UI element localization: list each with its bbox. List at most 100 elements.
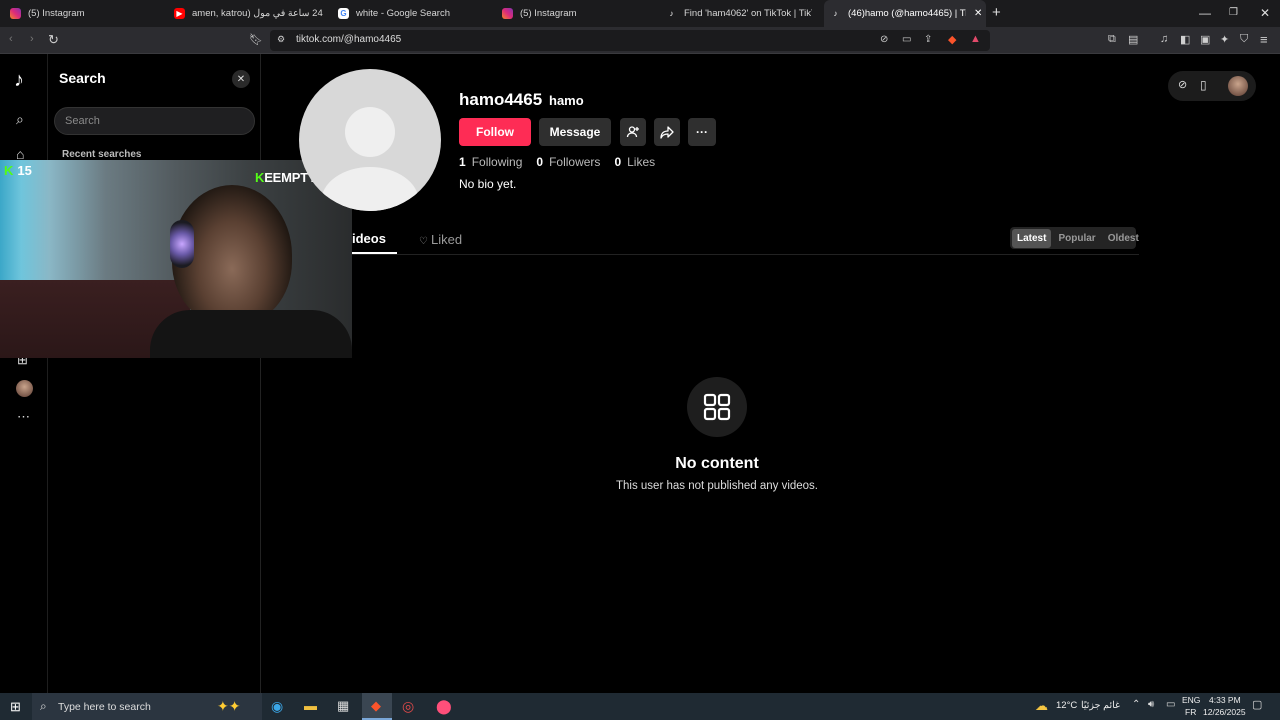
close-search-button[interactable]: ✕ [232,70,250,88]
clock-time[interactable]: 4:33 PM [1209,695,1241,705]
user-avatar[interactable] [1228,76,1248,96]
browser-tab[interactable]: ♪ Find 'ham4062' on TikTok | TikTok Se [666,0,813,27]
wallet-card-icon[interactable]: ▣ [1200,33,1210,46]
brave-rewards-icon[interactable]: ▲ [970,33,981,45]
browser-tab[interactable]: (5) Instagram [10,0,160,27]
tab-label: white - Google Search [356,8,450,19]
top-right-controls: ⊘ ▯ [1168,71,1256,101]
tiktok-logo-icon[interactable]: ♪ [14,70,24,90]
browser-tab[interactable]: ▶ تحدي 24 ساعة في مول (amen, katrou [174,0,324,27]
weather-icon[interactable]: ☁ [1035,699,1048,712]
device-icon[interactable]: ▯ [1200,79,1207,91]
forward-icon[interactable]: › [30,33,34,45]
address-bar[interactable]: ⚙ tiktok.com/@hamo4465 ⊘ ▭ ⇪ ◆ ▲ [270,30,990,51]
back-icon[interactable]: ‹ [9,33,13,45]
avatar-placeholder-head [345,107,395,157]
tab-label: تحدي 24 ساعة في مول (amen, katrou [192,8,324,19]
store-icon[interactable]: ▦ [337,699,349,712]
chevron-up-icon[interactable]: ⌃ [1132,700,1140,710]
copilot-sparkle-icon: ✦✦ [217,698,241,714]
taskbar-search-placeholder: Type here to search [58,700,151,713]
reload-icon[interactable]: ↻ [48,32,59,48]
google-icon: G [338,8,349,19]
browser-tab[interactable]: G white - Google Search [338,0,488,27]
compass-icon[interactable]: ⊘ [1178,80,1187,91]
followers-label: Followers [549,155,601,169]
tab-label: Find 'ham4062' on TikTok | TikTok Se [684,8,812,19]
tiktok-icon: ♪ [833,9,838,18]
close-window-icon[interactable]: ✕ [1260,6,1270,20]
sort-oldest[interactable]: Oldest [1103,229,1144,248]
notifications-icon[interactable]: ▢ [1252,700,1262,711]
add-friend-button[interactable] [620,118,646,146]
vpn-icon[interactable]: ⛉ [1240,33,1248,46]
windows-taskbar: ⊞ ⌕ Type here to search ✦✦ ◉ ▬ ▦ ◆ ◎ ⬤ ☁… [0,693,1280,720]
empty-state-title: No content [675,455,759,472]
instagram-icon [10,8,21,19]
music-icon[interactable]: ♫ [1160,33,1168,45]
home-icon[interactable]: ⌂ [16,147,24,161]
youtube-icon: ▶ [174,8,185,19]
tab-label: (5) Instagram [520,8,577,19]
profile-bio: No bio yet. [459,177,517,191]
tab-label: (5) Instagram [28,8,85,19]
minimize-icon[interactable]: — [1199,6,1211,20]
grid-icon [687,377,747,437]
followers-stat[interactable]: 0 Followers [536,155,600,169]
windows-start-icon[interactable]: ⊞ [10,700,21,713]
url-text[interactable]: tiktok.com/@hamo4465 [296,34,401,45]
file-explorer-icon[interactable]: ▬ [304,699,317,712]
menu-icon[interactable]: ≡ [1260,32,1268,47]
profile-avatar-icon[interactable] [16,380,33,397]
edge-icon[interactable]: ◉ [271,699,283,713]
language-bottom[interactable]: FR [1185,707,1196,717]
instagram-icon [502,8,513,19]
browser-tab-active[interactable]: ♪ (46)hamo (@hamo4465) | TikTok ✕ [824,0,986,27]
tiktok-icon: ♪ [669,9,674,18]
message-button[interactable]: Message [539,118,611,146]
obs-icon[interactable]: ◎ [402,699,414,713]
cast-icon[interactable]: ▭ [902,34,911,45]
follow-button[interactable]: Follow [459,118,531,146]
following-label: Following [471,155,523,169]
more-icon[interactable]: ⋯ [17,410,30,423]
browser-tab[interactable]: (5) Instagram [502,0,652,27]
sidebar-icon[interactable]: ◧ [1180,33,1190,46]
search-icon[interactable]: ⌕ [16,112,24,126]
brave-taskbar-button[interactable]: ◆ [362,693,392,720]
site-settings-icon[interactable]: ⚙ [277,34,285,45]
wallet-icon[interactable]: ▤ [1128,33,1138,46]
headphones-icon [170,220,194,268]
share-page-icon[interactable]: ⇪ [924,34,932,45]
volume-icon[interactable]: 🔊︎ [1148,700,1154,710]
network-icon[interactable]: ▭ [1166,700,1175,710]
taskbar-search[interactable]: ⌕ Type here to search ✦✦ [32,693,262,720]
close-tab-icon[interactable]: ✕ [974,8,982,19]
browser-tab-bar: (5) Instagram ▶ تحدي 24 ساعة في مول (ame… [0,0,1280,27]
new-tab-icon[interactable]: + [992,4,1001,21]
tab-videos[interactable]: ideos [352,231,386,246]
bookmark-icon[interactable]: 🔖︎ [249,33,263,46]
viewer-count-badge: K 15 [0,162,36,178]
leo-ai-icon[interactable]: ✦ [1220,33,1229,46]
sort-popular[interactable]: Popular [1053,229,1100,248]
weather-text[interactable]: غائم جزئيًا [1078,700,1120,711]
search-input[interactable] [54,107,255,135]
following-stat[interactable]: 1 Following [459,155,522,169]
extensions-icon[interactable]: ⧉ [1108,33,1116,46]
media-icon[interactable]: ⊘ [880,34,888,45]
tiktok-nav-rail: ♪ ⌕ ⌂ ⊞ ⋯ [0,54,48,693]
tab-liked[interactable]: ♡ Liked [419,232,462,247]
pin-app-icon[interactable]: ⬤ [436,699,452,713]
brave-shield-icon[interactable]: ◆ [948,33,956,46]
temperature[interactable]: 12°C [1056,700,1077,711]
language-top[interactable]: ENG [1182,695,1200,705]
share-profile-button[interactable] [654,118,680,146]
restore-icon[interactable]: ❐ [1229,7,1238,18]
clock-date[interactable]: 12/26/2025 [1203,707,1246,717]
sort-latest[interactable]: Latest [1012,228,1052,248]
more-options-button[interactable]: ··· [688,118,716,146]
tab-active-underline [352,252,397,254]
add-user-icon [626,126,639,138]
sort-toggle: Latest Popular Oldest [1010,227,1139,249]
